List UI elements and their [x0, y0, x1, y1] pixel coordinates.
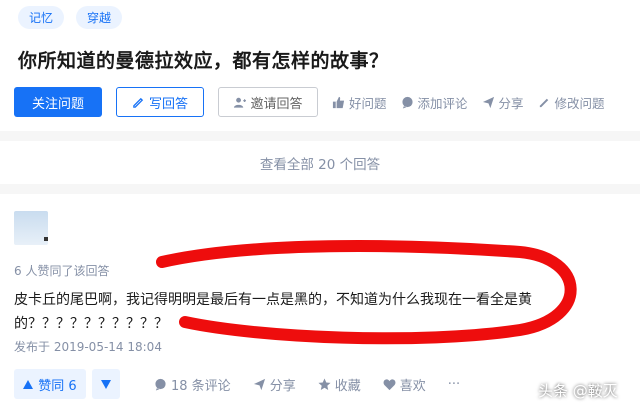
view-all-answers-link[interactable]: 查看全部 20 个回答	[0, 141, 640, 184]
pencil-icon	[539, 98, 548, 107]
invite-label: 邀请回答	[250, 96, 303, 112]
share-answer-button[interactable]: 分享	[253, 375, 296, 394]
good-question-label: 好问题	[349, 95, 387, 111]
share-icon	[253, 378, 265, 390]
edit-label: 修改问题	[554, 95, 605, 111]
invite-answer-button[interactable]: 邀请回答	[218, 87, 318, 117]
question-header: 记忆 穿越 你所知道的曼德拉效应，都有怎样的故事？ 关注问题 写回答 邀请回答 …	[0, 0, 640, 131]
question-actions: 关注问题 写回答 邀请回答 好问题 添加评论 分享 修改问题	[14, 87, 605, 117]
comment-icon	[155, 378, 166, 391]
triangle-down-icon	[101, 379, 111, 389]
like-button[interactable]: 喜欢	[383, 375, 426, 394]
comments-button[interactable]: 18 条评论	[154, 375, 231, 394]
heart-icon	[383, 378, 396, 390]
share-question-button[interactable]: 分享	[482, 93, 524, 112]
write-label: 写回答	[148, 96, 188, 112]
favorite-label: 收藏	[334, 378, 361, 394]
invite-user-icon	[234, 97, 247, 108]
add-comment-button[interactable]: 添加评论	[401, 93, 468, 112]
like-label: 喜欢	[399, 378, 426, 394]
upvote-button[interactable]: 赞同 6	[14, 369, 86, 399]
answer-actions: 赞同 6 18 条评论 分享 收藏 喜欢 ···	[14, 369, 460, 399]
add-comment-label: 添加评论	[417, 95, 468, 111]
watermark: 头条 @鞍灭	[538, 382, 618, 400]
question-title[interactable]: 你所知道的曼德拉效应，都有怎样的故事？	[18, 46, 389, 73]
comment-icon	[401, 96, 413, 109]
pencil-icon	[133, 97, 144, 108]
follow-question-button[interactable]: 关注问题	[14, 87, 102, 117]
upvote-label: 赞同 6	[38, 378, 77, 394]
comments-label: 18 条评论	[171, 378, 231, 394]
follow-label: 关注问题	[31, 96, 84, 112]
topic-tag[interactable]: 记忆	[18, 6, 65, 29]
topic-tag[interactable]: 穿越	[76, 6, 123, 29]
edit-question-button[interactable]: 修改问题	[538, 93, 605, 112]
share-icon	[482, 96, 494, 108]
publish-time[interactable]: 发布于 2019-05-14 18:04	[14, 338, 162, 355]
favorite-button[interactable]: 收藏	[318, 375, 361, 394]
write-answer-button[interactable]: 写回答	[116, 87, 204, 117]
downvote-button[interactable]	[92, 369, 120, 399]
share-answer-label: 分享	[269, 378, 296, 394]
triangle-up-icon	[23, 379, 34, 389]
thumbs-up-icon	[332, 96, 345, 108]
avatar[interactable]	[14, 211, 48, 245]
share-label: 分享	[498, 95, 524, 111]
more-options-button[interactable]: ···	[448, 377, 460, 392]
star-icon	[318, 377, 331, 390]
answer-content: 皮卡丘的尾巴啊，我记得明明是最后有一点是黑的，不知道为什么我现在一看全是黄的？？…	[14, 292, 532, 332]
vote-count-text: 6 人赞同了该回答	[14, 264, 110, 278]
topic-tags: 记忆 穿越	[18, 6, 123, 29]
avatar-badge	[44, 237, 48, 241]
good-question-button[interactable]: 好问题	[332, 93, 387, 112]
